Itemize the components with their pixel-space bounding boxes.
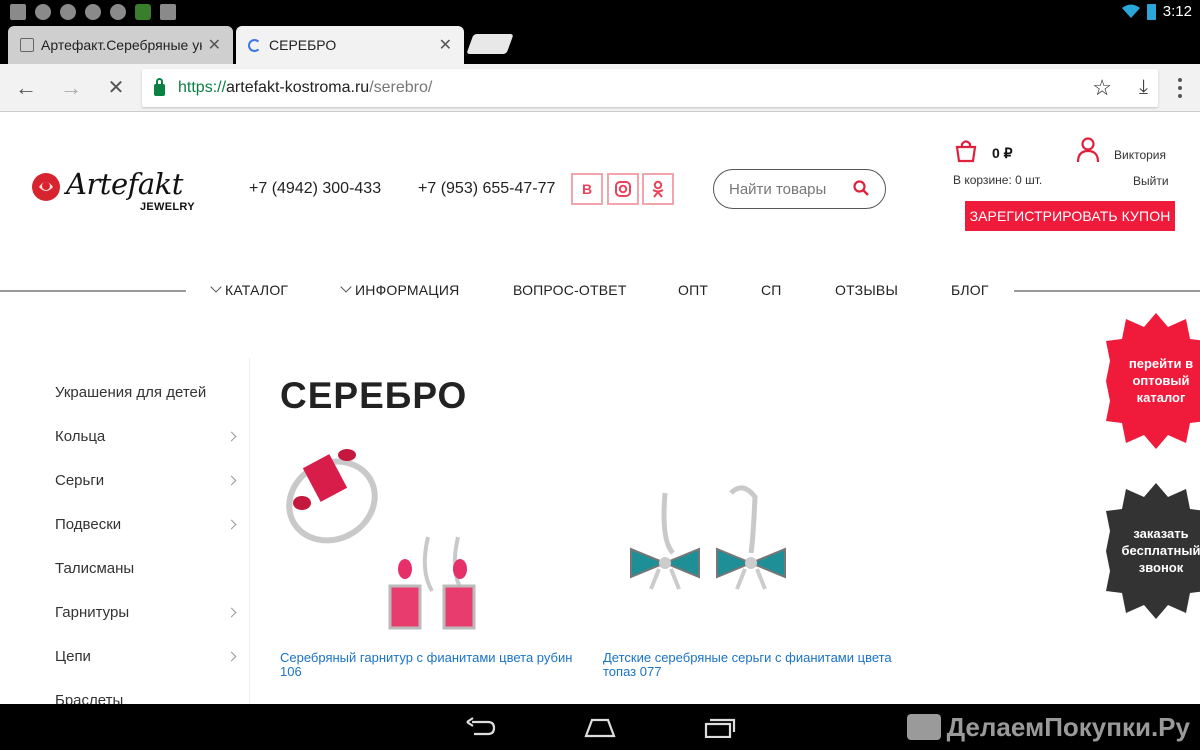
sidebar-item-rings[interactable]: Кольца <box>55 428 105 445</box>
instagram-icon[interactable] <box>607 173 639 205</box>
wallet-watermark-icon <box>906 714 941 740</box>
search-icon[interactable] <box>853 180 869 196</box>
lock-icon <box>154 78 165 96</box>
badge-text: перейти в оптовый каталог <box>1128 356 1194 405</box>
chrome-notification-icon <box>60 4 76 20</box>
nav-divider-left <box>0 290 186 292</box>
stop-loading-icon[interactable]: ✕ <box>104 76 128 100</box>
sidebar-item-chains[interactable]: Цепи <box>55 648 91 665</box>
status-bar: 3:12 <box>0 0 1200 24</box>
chevron-right-icon[interactable] <box>226 651 237 662</box>
url-scheme: https:// <box>178 79 227 96</box>
product-name-link[interactable]: Серебряный гарнитур с фианитами цвета ру… <box>280 651 580 679</box>
home-icon[interactable] <box>584 716 616 738</box>
logout-link[interactable]: Выйти <box>1133 174 1169 188</box>
chevron-down-icon <box>340 281 352 293</box>
category-sidebar: Украшения для детей Кольца Серьги Подвес… <box>0 358 250 704</box>
badge-text: заказать бесплатный звонок <box>1121 526 1200 575</box>
address-bar[interactable]: https://artefakt-kostroma.ru/serebro/ ☆ … <box>142 69 1158 107</box>
chevron-right-icon[interactable] <box>226 431 237 442</box>
back-icon[interactable] <box>464 716 496 738</box>
play-store-notification-icon <box>160 4 176 20</box>
sidebar-item-bracelets[interactable]: Браслеты <box>55 692 123 704</box>
sidebar-item-sets[interactable]: Гарнитуры <box>55 604 129 621</box>
tab-artefakt[interactable]: Артефакт.Серебряные украшения ✕ <box>8 26 233 64</box>
nav-item-label: КАТАЛОГ <box>225 282 289 298</box>
product-name-link[interactable]: Детские серебряные серьги с фианитами цв… <box>603 651 903 679</box>
chevron-right-icon[interactable] <box>226 607 237 618</box>
product-image-ruby-set[interactable] <box>280 441 580 633</box>
chrome-notification-icon <box>35 4 51 20</box>
product-card[interactable]: Детские серебряные серьги с фианитами цв… <box>603 441 903 679</box>
shield-notification-icon <box>135 4 151 20</box>
close-tab-icon[interactable]: ✕ <box>439 35 452 55</box>
nav-item-label: ИНФОРМАЦИЯ <box>355 282 460 298</box>
site-logo[interactable]: Artefakt JEWELRY <box>30 167 210 217</box>
nav-item-sp[interactable]: СП <box>761 282 782 298</box>
chrome-notification-icon <box>85 4 101 20</box>
wifi-icon <box>1122 4 1140 18</box>
back-arrow-icon[interactable]: ← <box>14 76 38 100</box>
product-image-topaz-earrings[interactable] <box>603 441 903 633</box>
logo-wordmark: Artefakt <box>66 167 183 201</box>
close-tab-icon[interactable]: ✕ <box>208 35 221 55</box>
vk-icon[interactable]: B <box>571 173 603 205</box>
nav-item-information[interactable]: ИНФОРМАЦИЯ <box>340 281 460 298</box>
product-card[interactable]: Серебряный гарнитур с фианитами цвета ру… <box>280 441 580 679</box>
tab-strip: Артефакт.Серебряные украшения ✕ СЕРЕБРО … <box>0 24 1200 64</box>
sidebar-item-kids-jewelry[interactable]: Украшения для детей <box>55 384 206 401</box>
chrome-notification-icon <box>110 4 126 20</box>
gallery-notification-icon <box>10 4 26 20</box>
cart-total[interactable]: 0 ₽ <box>992 145 1013 162</box>
tab-title: Артефакт.Серебряные украшения <box>41 37 202 53</box>
odnoklassniki-icon[interactable] <box>642 173 674 205</box>
page-favicon-icon <box>20 38 34 52</box>
logo-subtitle: JEWELRY <box>140 201 195 213</box>
sidebar-item-pendants[interactable]: Подвески <box>55 516 121 533</box>
wholesale-catalog-badge[interactable]: перейти в оптовый каталог <box>1106 313 1200 449</box>
shopping-bag-icon[interactable] <box>954 139 978 163</box>
user-icon[interactable] <box>1076 137 1100 163</box>
nav-divider-right <box>1014 290 1200 292</box>
page-title: СЕРЕБРО <box>280 375 468 416</box>
nav-item-catalog[interactable]: КАТАЛОГ <box>210 281 289 298</box>
forward-arrow-icon[interactable]: → <box>59 76 83 100</box>
sidebar-item-earrings[interactable]: Серьги <box>55 472 104 489</box>
nav-item-wholesale[interactable]: ОПТ <box>678 282 708 298</box>
cart-count: В корзине: 0 шт. <box>953 173 1043 187</box>
rose-logo-icon <box>32 173 60 201</box>
phone-number-2[interactable]: +7 (953) 655-47-77 <box>418 180 555 198</box>
nav-item-faq[interactable]: ВОПРОС-ОТВЕТ <box>513 282 627 298</box>
new-tab-button[interactable] <box>466 34 514 54</box>
tab-title: СЕРЕБРО <box>269 37 337 53</box>
recents-icon[interactable] <box>704 716 736 738</box>
nav-item-reviews[interactable]: ОТЗЫВЫ <box>835 282 898 298</box>
watermark-text: ДелаемПокупки.Ру <box>946 711 1190 742</box>
chevron-right-icon[interactable] <box>226 519 237 530</box>
watermark: ДелаемПокупки.Ру <box>906 704 1190 750</box>
phone-number-1[interactable]: +7 (4942) 300-433 <box>249 180 381 198</box>
clock: 3:12 <box>1162 3 1192 20</box>
web-page: Artefakt JEWELRY +7 (4942) 300-433 +7 (9… <box>0 113 1200 704</box>
url-host: artefakt-kostroma.ru <box>226 79 370 96</box>
nav-item-blog[interactable]: БЛОГ <box>951 282 989 298</box>
chevron-right-icon[interactable] <box>226 475 237 486</box>
notification-icons <box>10 4 176 20</box>
url-path: /serebro/ <box>369 79 433 96</box>
user-name-link[interactable]: Виктория <box>1114 148 1166 162</box>
loading-spinner-icon <box>248 38 261 52</box>
callback-badge[interactable]: заказать бесплатный звонок <box>1106 483 1200 619</box>
sidebar-item-talismans[interactable]: Талисманы <box>55 560 134 577</box>
tab-serebro[interactable]: СЕРЕБРО ✕ <box>236 26 464 64</box>
browser-toolbar: ← → ✕ https://artefakt-kostroma.ru/sereb… <box>0 64 1200 112</box>
register-coupon-button[interactable]: ЗАРЕГИСТРИРОВАТЬ КУПОН <box>965 201 1175 231</box>
battery-icon <box>1147 4 1156 20</box>
bookmark-star-icon[interactable]: ☆ <box>1092 75 1112 101</box>
search-input[interactable]: Найти товары <box>713 169 886 209</box>
chevron-down-icon <box>210 281 222 293</box>
search-placeholder: Найти товары <box>729 180 827 198</box>
download-icon[interactable]: ⤓ <box>1139 76 1148 99</box>
menu-dots-icon[interactable] <box>1170 74 1190 102</box>
